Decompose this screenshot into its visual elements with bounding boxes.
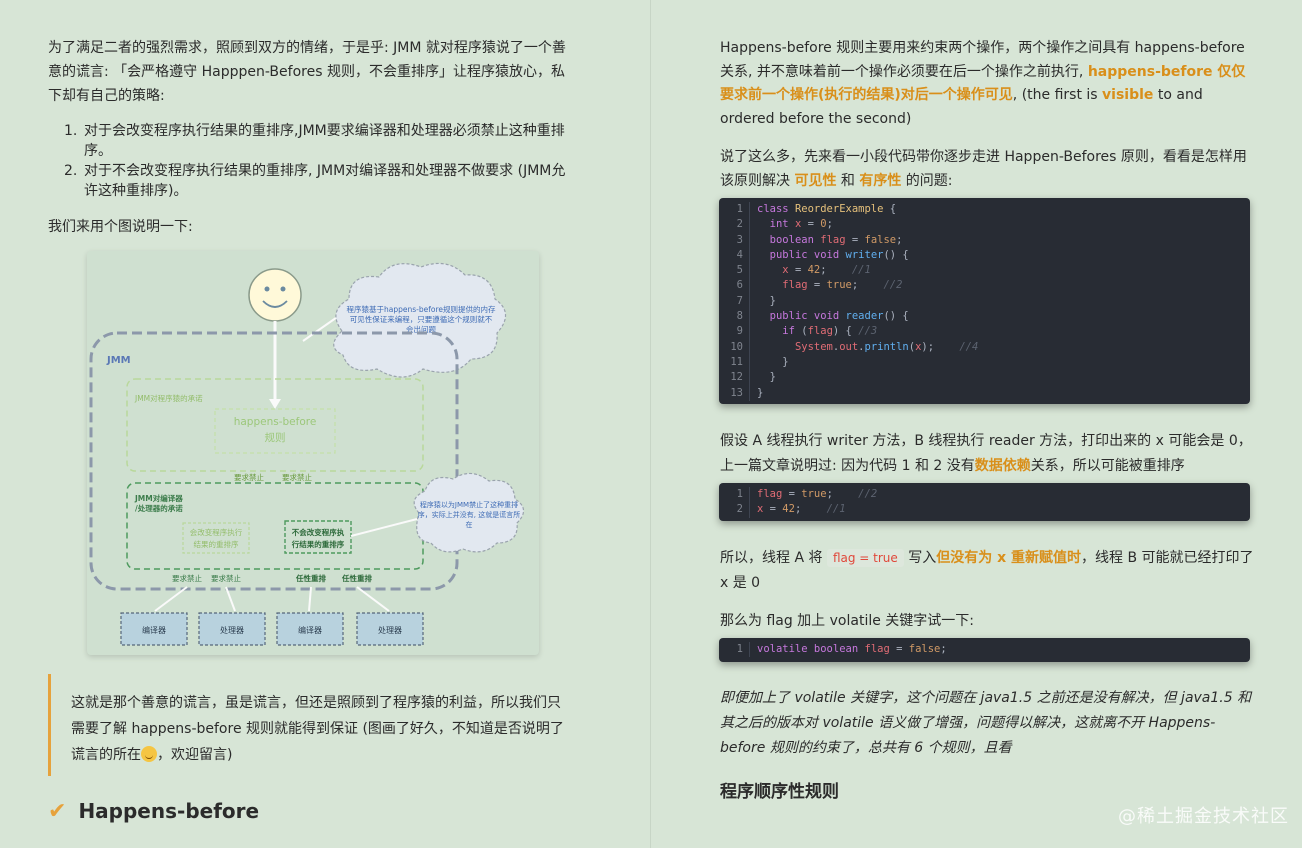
programmer-promise-label: JMM对程序猿的承诺 [134, 393, 203, 403]
list-number: 1. [64, 123, 78, 139]
compiler-box-1: 编译器 [120, 612, 188, 646]
processor-box-1: 处理器 [198, 612, 266, 646]
list-text: 对于会改变程序执行结果的重排序,JMM要求编译器和处理器必须禁止这种重排序。 [84, 123, 565, 159]
smiley-icon [248, 268, 302, 322]
changes-line2: 结果的重排序 [194, 539, 239, 549]
svg-text:编译器: 编译器 [142, 625, 166, 635]
forbid-label-2: 要求禁止 [282, 472, 312, 482]
section-heading: ✔ Happens-before [48, 797, 259, 825]
code-block-reordered: 1 flag = true; //2 2x = 42; //1 [719, 483, 1250, 521]
quote-text: 这就是那个善意的谎言，虽是谎言，但还是照顾到了程序猿的利益，所以我们只需要了解 … [71, 690, 571, 768]
inline-code: flag = true [826, 549, 904, 567]
list-text: 对于不会改变程序执行结果的重排序, JMM对编译器和处理器不做要求 (JMM允许… [84, 163, 566, 199]
bottom-label-1: 要求禁止 [172, 573, 202, 583]
code-block-volatile: 1 volatile boolean flag = false; [719, 638, 1250, 662]
hb-definition-paragraph: Happens-before 规则主要用来约束两个操作，两个操作之间具有 hap… [720, 40, 1246, 127]
list-item: 1. 对于会改变程序执行结果的重排序,JMM要求编译器和处理器必须禁止这种重排序。 [58, 121, 578, 161]
code-intro-paragraph: 说了这么多，先来看一小段代码带你逐步走进 Happen-Befores 原则，看… [720, 149, 1247, 189]
compiler-promise-line1: JMM对编译器 [134, 493, 183, 503]
bottom-label-3: 任性重排 [295, 573, 326, 583]
cloud-note-1: 程序猿基于happens-before规则提供的内存 可见性保证来编程，只要遵循… [333, 262, 507, 378]
svg-text:处理器: 处理器 [378, 625, 402, 635]
rules-list: 1. 对于会改变程序执行结果的重排序,JMM要求编译器和处理器必须禁止这种重排序。… [58, 121, 578, 201]
cloud2-line1: 程序猿以为JMM禁止了这种重排 [420, 500, 518, 509]
changes-line1: 会改变程序执行 [190, 527, 243, 537]
checkmark-icon: ✔ [48, 798, 67, 824]
no-change-line2: 行结果的重排序 [291, 539, 345, 549]
bottom-label-2: 要求禁止 [211, 573, 241, 583]
cloud1-line1: 程序猿基于happens-before规则提供的内存 [347, 304, 496, 314]
code-block-reorder-example: 1 class ReorderExample { 2 int x = 0; 3 b… [719, 198, 1250, 404]
svg-text:处理器: 处理器 [220, 625, 244, 635]
forbid-label-1: 要求禁止 [234, 472, 264, 482]
blockquote: 这就是那个善意的谎言，虽是谎言，但还是照顾到了程序猿的利益，所以我们只需要了解 … [48, 674, 571, 776]
volatile-explanation: 即便加上了 volatile 关键字，这个问题在 java1.5 之前还是没有解… [720, 690, 1252, 756]
hb-rule-line1: happens-before [234, 416, 317, 428]
diagram-svg: 程序猿基于happens-before规则提供的内存 可见性保证来编程，只要遵循… [89, 262, 525, 646]
reorder-explanation: 假设 A 线程执行 writer 方法，B 线程执行 reader 方法，打印出… [720, 433, 1252, 474]
jmm-label: JMM [106, 355, 131, 366]
sweat-smile-icon [141, 746, 157, 762]
diagram-intro: 我们来用个图说明一下: [48, 219, 193, 235]
hb-rule-line2: 规则 [265, 431, 286, 444]
compiler-box-2: 编译器 [276, 612, 344, 646]
page-divider [650, 0, 651, 848]
program-order-heading: 程序顺序性规则 [720, 782, 839, 802]
section-heading-text: Happens-before [78, 799, 260, 823]
cloud2-line2: 序，实际上并没有, 这就是谎言所 [418, 510, 520, 519]
list-number: 2. [64, 163, 78, 179]
quote-part2: ，欢迎留言) [157, 747, 233, 763]
svg-text:编译器: 编译器 [298, 625, 322, 635]
jmm-diagram: 程序猿基于happens-before规则提供的内存 可见性保证来编程，只要遵循… [87, 251, 539, 655]
volatile-intro: 那么为 flag 加上 volatile 关键字试一下: [720, 613, 975, 629]
watermark: @稀土掘金技术社区 [1118, 806, 1289, 827]
intro-paragraph: 为了满足二者的强烈需求，照顾到双方的情绪，于是乎: JMM 就对程序猿说了一个善… [48, 40, 566, 104]
no-change-line1: 不会改变程序执 [292, 527, 345, 537]
cloud1-line2: 可见性保证来编程，只要遵循这个规则就不 [350, 314, 493, 324]
compiler-promise-line2: /处理器的承诺 [135, 503, 183, 513]
list-item: 2. 对于不会改变程序执行结果的重排序, JMM对编译器和处理器不做要求 (JMM… [58, 161, 578, 201]
cloud2-line3: 在 [466, 520, 473, 529]
thread-explanation: 所以，线程 A 将 flag = true 写入但没有为 x 重新赋值时，线程 … [720, 549, 1254, 591]
bottom-label-4: 任性重排 [341, 573, 372, 583]
processor-box-2: 处理器 [356, 612, 424, 646]
cloud-note-2: 程序猿以为JMM禁止了这种重排 序，实际上并没有, 这就是谎言所 在 [413, 472, 525, 553]
